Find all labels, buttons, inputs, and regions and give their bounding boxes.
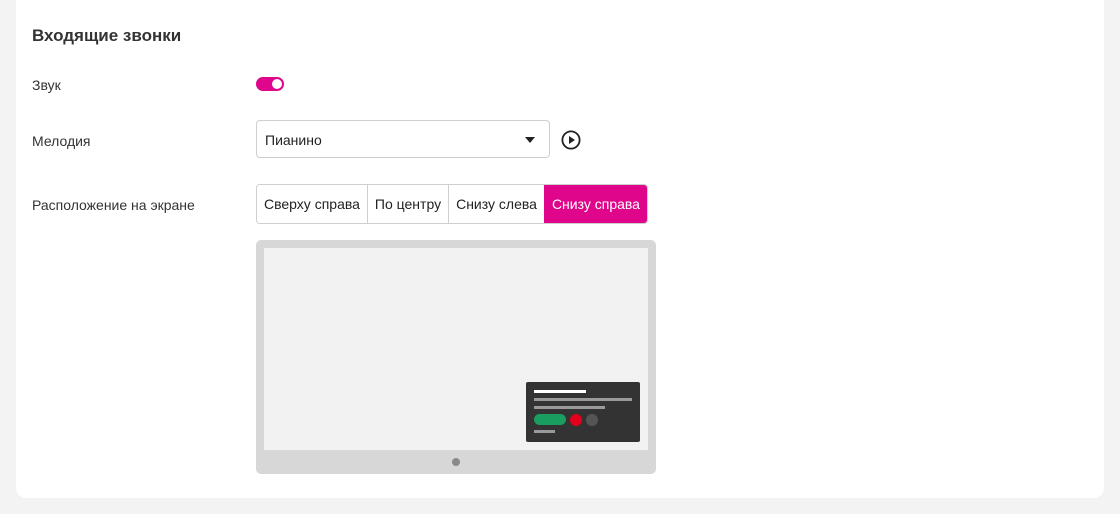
position-preview-monitor	[256, 240, 656, 474]
popup-text-line	[534, 406, 605, 409]
sound-label: Звук	[32, 77, 61, 93]
position-option-top-right[interactable]: Сверху справа	[257, 185, 367, 223]
popup-title-line	[534, 390, 586, 393]
popup-footer-line	[534, 430, 555, 433]
decline-call-icon	[570, 414, 582, 426]
melody-select[interactable]: Пианино	[256, 120, 550, 158]
monitor-power-dot	[452, 458, 460, 466]
position-option-bottom-left[interactable]: Снизу слева	[448, 185, 544, 223]
mute-icon	[586, 414, 598, 426]
preview-call-popup	[526, 382, 640, 442]
section-title: Входящие звонки	[32, 26, 182, 45]
melody-select-value: Пианино	[265, 132, 322, 148]
caret-down-icon	[525, 137, 535, 143]
position-option-center[interactable]: По центру	[366, 185, 449, 223]
melody-label: Мелодия	[32, 133, 91, 149]
sound-toggle[interactable]	[256, 77, 284, 91]
play-circle-icon[interactable]	[561, 130, 581, 150]
position-label: Расположение на экране	[32, 197, 195, 213]
position-segmented-control: Сверху справа По центру Снизу слева Сниз…	[256, 184, 648, 224]
position-option-bottom-right[interactable]: Снизу справа	[543, 185, 647, 223]
popup-text-line	[534, 398, 632, 401]
toggle-knob	[272, 79, 282, 89]
settings-card: Входящие звонки Звук Мелодия Пианино Рас…	[16, 0, 1104, 498]
preview-screen	[264, 248, 648, 450]
accept-call-icon	[534, 414, 566, 425]
